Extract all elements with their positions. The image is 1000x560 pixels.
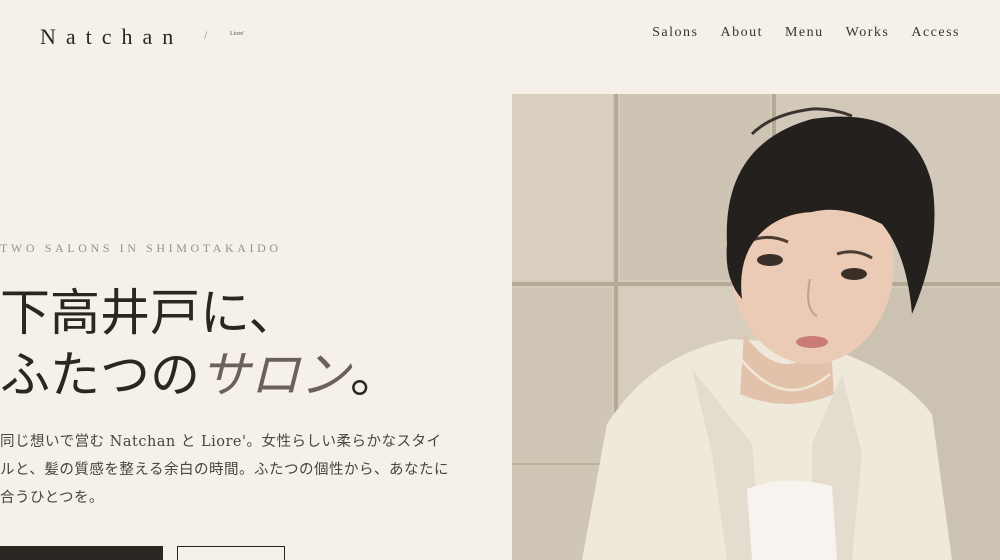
- hero-photo-illustration: [512, 94, 1000, 560]
- hero-headline: 下高井戸に、 ふたつのサロン。: [0, 282, 400, 406]
- hero-description: 同じ想いで営む Natchan と Liore'。女性らしい柔らかなスタイルと、…: [0, 434, 449, 506]
- hero-eyebrow: TWO SALONS IN SHIMOTAKAIDO: [0, 241, 282, 255]
- logo-sub-brand[interactable]: Liore': [230, 31, 244, 37]
- headline-line-2: ふたつの: [0, 346, 200, 404]
- headline-line-1: 下高井戸に、: [0, 284, 299, 342]
- logo[interactable]: Natchan: [40, 24, 183, 50]
- main-nav: Salons About Menu Works Access: [652, 25, 960, 41]
- nav-menu[interactable]: Menu: [785, 25, 824, 41]
- secondary-cta-button[interactable]: [177, 546, 285, 560]
- nav-access[interactable]: Access: [911, 25, 960, 41]
- headline-accent: サロン: [200, 346, 350, 404]
- logo-separator: /: [204, 28, 208, 42]
- site-header: Natchan / Liore' Salons About Menu Works…: [0, 0, 1000, 80]
- headline-period: 。: [350, 346, 400, 404]
- nav-salons[interactable]: Salons: [652, 25, 698, 41]
- hero-photo: [512, 94, 1000, 560]
- nav-works[interactable]: Works: [846, 25, 890, 41]
- page: Natchan / Liore' Salons About Menu Works…: [0, 0, 1000, 560]
- primary-cta-button[interactable]: [0, 546, 163, 560]
- nav-about[interactable]: About: [720, 25, 763, 41]
